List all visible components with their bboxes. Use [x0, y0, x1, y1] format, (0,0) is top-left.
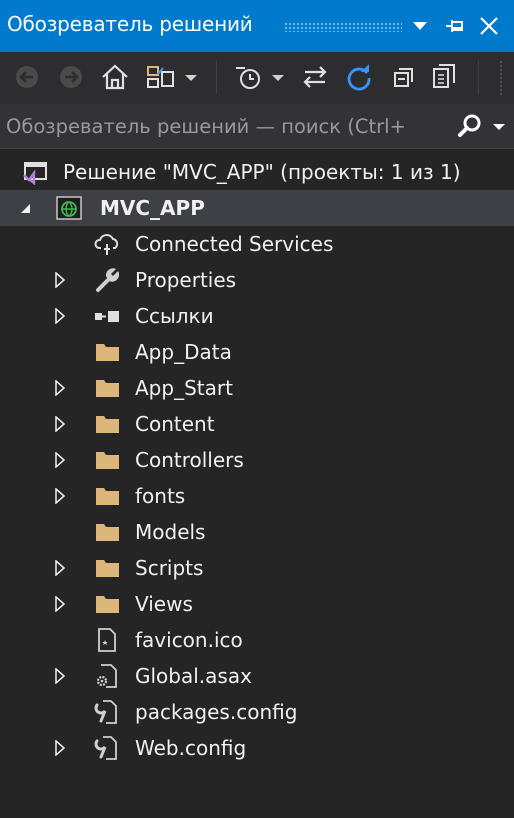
tree-item-label: Web.config — [135, 736, 247, 760]
collapsed-arrow-icon[interactable] — [52, 416, 68, 432]
references-icon — [95, 311, 119, 322]
wrench-icon — [96, 268, 120, 292]
search-options-dropdown-icon[interactable] — [490, 118, 508, 136]
tree-item-label: Scripts — [135, 556, 204, 580]
tree-item[interactable]: Ссылки — [0, 298, 514, 334]
home-icon[interactable] — [100, 62, 130, 92]
collapsed-arrow-icon[interactable] — [52, 380, 68, 396]
tree-item[interactable]: Scripts — [0, 550, 514, 586]
toolbar-overflow-grip[interactable] — [499, 60, 503, 96]
title-bar-grip[interactable] — [284, 22, 402, 32]
folder-icon — [96, 380, 119, 397]
tree-item[interactable]: App_Data — [0, 334, 514, 370]
tree-item-label: Connected Services — [135, 232, 334, 256]
tree-item-label: Content — [135, 412, 215, 436]
tree-item-label: favicon.ico — [135, 628, 243, 652]
search-icon[interactable] — [456, 112, 484, 140]
tree-item-label: Properties — [135, 268, 237, 292]
history-icon[interactable] — [233, 62, 263, 92]
folder-icon — [96, 524, 119, 541]
image-file-icon — [98, 628, 116, 652]
folder-icon — [96, 488, 119, 505]
title-bar: Обозреватель решений — [0, 0, 514, 52]
refresh-icon[interactable] — [344, 62, 374, 92]
expanded-arrow-icon[interactable] — [17, 200, 33, 216]
tree-item-label: Models — [135, 520, 206, 544]
tree-item[interactable]: favicon.ico — [0, 622, 514, 658]
tree-item-label: Ссылки — [135, 304, 214, 328]
window-title: Обозреватель решений — [7, 12, 253, 36]
folder-icon — [96, 560, 119, 577]
close-icon[interactable] — [477, 14, 501, 38]
collapsed-arrow-icon[interactable] — [52, 452, 68, 468]
forward-icon[interactable] — [56, 62, 86, 92]
tree-item[interactable]: Models — [0, 514, 514, 550]
folder-icon — [96, 452, 119, 469]
tree-item[interactable]: App_Start — [0, 370, 514, 406]
collapsed-arrow-icon[interactable] — [52, 560, 68, 576]
tree-item-label: Решение "MVC_APP" (проекты: 1 из 1) — [63, 160, 461, 184]
tree-item[interactable]: Content — [0, 406, 514, 442]
collapse-all-icon[interactable] — [390, 62, 420, 92]
collapsed-arrow-icon[interactable] — [52, 308, 68, 324]
collapsed-arrow-icon[interactable] — [52, 272, 68, 288]
tree-item[interactable]: Global.asax — [0, 658, 514, 694]
tree-item-label: packages.config — [135, 700, 298, 724]
toolbar-separator — [216, 60, 217, 94]
web-project-icon — [56, 196, 82, 220]
collapsed-arrow-icon[interactable] — [52, 740, 68, 756]
folder-icon — [96, 416, 119, 433]
search-bar — [0, 104, 514, 149]
tree-item-solution[interactable]: Решение "MVC_APP" (проекты: 1 из 1) — [0, 154, 514, 190]
tree-item-label: fonts — [135, 484, 186, 508]
back-icon[interactable] — [12, 62, 42, 92]
tree-item[interactable]: Controllers — [0, 442, 514, 478]
tree-item[interactable]: fonts — [0, 478, 514, 514]
collapsed-arrow-icon[interactable] — [52, 668, 68, 684]
tree-item-label: App_Start — [135, 376, 233, 400]
switch-views-dropdown-icon[interactable] — [180, 62, 202, 92]
chevron-down-icon[interactable] — [408, 14, 432, 38]
search-input[interactable] — [6, 112, 446, 140]
tree-item-project[interactable]: MVC_APP — [0, 190, 514, 226]
tree-item[interactable]: Web.config — [0, 730, 514, 766]
folder-icon — [96, 596, 119, 613]
switch-views-icon[interactable] — [146, 62, 176, 92]
collapsed-arrow-icon[interactable] — [52, 596, 68, 612]
history-dropdown-icon[interactable] — [267, 62, 289, 92]
tree-item[interactable]: packages.config — [0, 694, 514, 730]
toolbar-separator — [478, 60, 479, 94]
cloud-icon — [94, 234, 119, 255]
show-all-files-icon[interactable] — [430, 62, 460, 92]
solution-icon — [23, 162, 47, 185]
settings-file-icon — [96, 664, 117, 688]
tree-item-label: App_Data — [135, 340, 232, 364]
tree-item[interactable]: Views — [0, 586, 514, 622]
tree-item-label: MVC_APP — [100, 196, 205, 220]
tree-item[interactable]: Properties — [0, 262, 514, 298]
collapsed-arrow-icon[interactable] — [52, 488, 68, 504]
tree-item-label: Global.asax — [135, 664, 252, 688]
tree-item-label: Views — [135, 592, 193, 616]
config-file-icon — [94, 700, 117, 724]
tree-item[interactable]: Connected Services — [0, 226, 514, 262]
pin-icon[interactable] — [443, 14, 467, 38]
folder-icon — [96, 344, 119, 361]
config-file-icon — [94, 736, 117, 760]
toolbar — [0, 52, 514, 104]
sync-icon[interactable] — [300, 62, 330, 92]
tree-item-label: Controllers — [135, 448, 244, 472]
